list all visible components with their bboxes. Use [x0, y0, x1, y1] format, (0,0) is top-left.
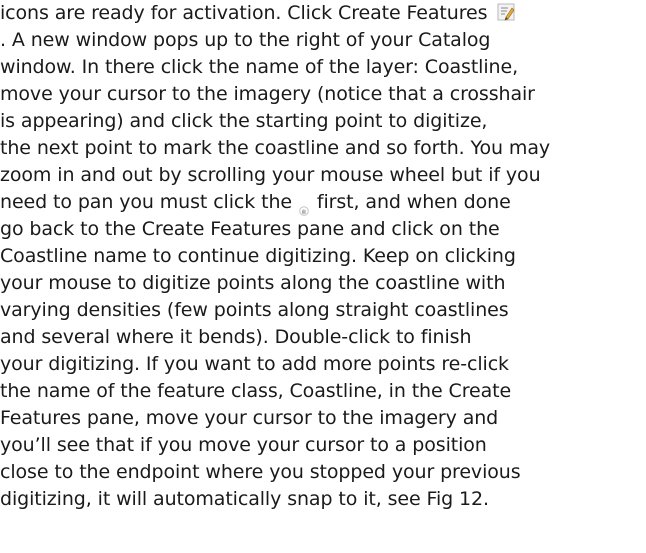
- text-line-5-text: is appearing) and click the starting poi…: [0, 110, 488, 132]
- text-line-11-text: your mouse to digitize points along the …: [0, 272, 506, 294]
- text-line-12: varying densities (few points along stra…: [0, 297, 509, 324]
- create-features-icon: [497, 2, 515, 20]
- text-line-19-text: digitizing, it will automatically snap t…: [0, 488, 489, 510]
- text-line-5: is appearing) and click the starting poi…: [0, 108, 487, 135]
- text-line-15: the name of the feature class, Coastline…: [0, 378, 511, 405]
- text-line-8: need to pan you must click the first, an…: [0, 189, 511, 216]
- text-line-6-text: the next point to mark the coastline and…: [0, 137, 551, 159]
- text-line-2-text: . A new window pops up to the right of y…: [0, 29, 491, 51]
- text-line-7-text: zoom in and out by scrolling your mouse …: [0, 164, 541, 186]
- text-line-14: your digitizing. If you want to add more…: [0, 351, 509, 378]
- text-line-19: digitizing, it will automatically snap t…: [0, 486, 489, 513]
- text-line-16: Features pane, move your cursor to the i…: [0, 405, 498, 432]
- text-line-1-text: icons are ready for activation. Click Cr…: [0, 2, 488, 24]
- pan-hand-icon: [299, 197, 309, 216]
- text-line-15-text: the name of the feature class, Coastline…: [0, 380, 512, 402]
- text-line-17-text: you’ll see that if you move your cursor …: [0, 434, 487, 456]
- text-line-3-text: window. In there click the name of the l…: [0, 56, 519, 78]
- text-line-4-text: move your cursor to the imagery (notice …: [0, 83, 535, 105]
- text-line-18-text: close to the endpoint where you stopped …: [0, 461, 521, 483]
- text-line-17: you’ll see that if you move your cursor …: [0, 432, 487, 459]
- text-line-13: and several where it bends). Double-clic…: [0, 324, 472, 351]
- text-line-13-text: and several where it bends). Double-clic…: [0, 326, 472, 348]
- text-line-9-text: go back to the Create Features pane and …: [0, 218, 500, 240]
- text-line-9: go back to the Create Features pane and …: [0, 216, 500, 243]
- text-line-10-text: Coastline name to continue digitizing. K…: [0, 245, 516, 267]
- text-line-8-text-before-icon: need to pan you must click the: [0, 191, 292, 213]
- text-line-1: icons are ready for activation. Click Cr…: [0, 0, 515, 27]
- text-line-16-text: Features pane, move your cursor to the i…: [0, 407, 499, 429]
- text-line-11: your mouse to digitize points along the …: [0, 270, 506, 297]
- text-line-2: . A new window pops up to the right of y…: [0, 27, 490, 54]
- text-line-8-text-after-icon: first, and when done: [316, 191, 511, 213]
- text-line-12-text: varying densities (few points along stra…: [0, 299, 509, 321]
- text-line-18: close to the endpoint where you stopped …: [0, 459, 521, 486]
- text-line-3: window. In there click the name of the l…: [0, 54, 518, 81]
- text-line-6: the next point to mark the coastline and…: [0, 135, 550, 162]
- text-line-4: move your cursor to the imagery (notice …: [0, 81, 535, 108]
- text-line-14-text: your digitizing. If you want to add more…: [0, 353, 509, 375]
- text-line-7: zoom in and out by scrolling your mouse …: [0, 162, 541, 189]
- text-line-10: Coastline name to continue digitizing. K…: [0, 243, 516, 270]
